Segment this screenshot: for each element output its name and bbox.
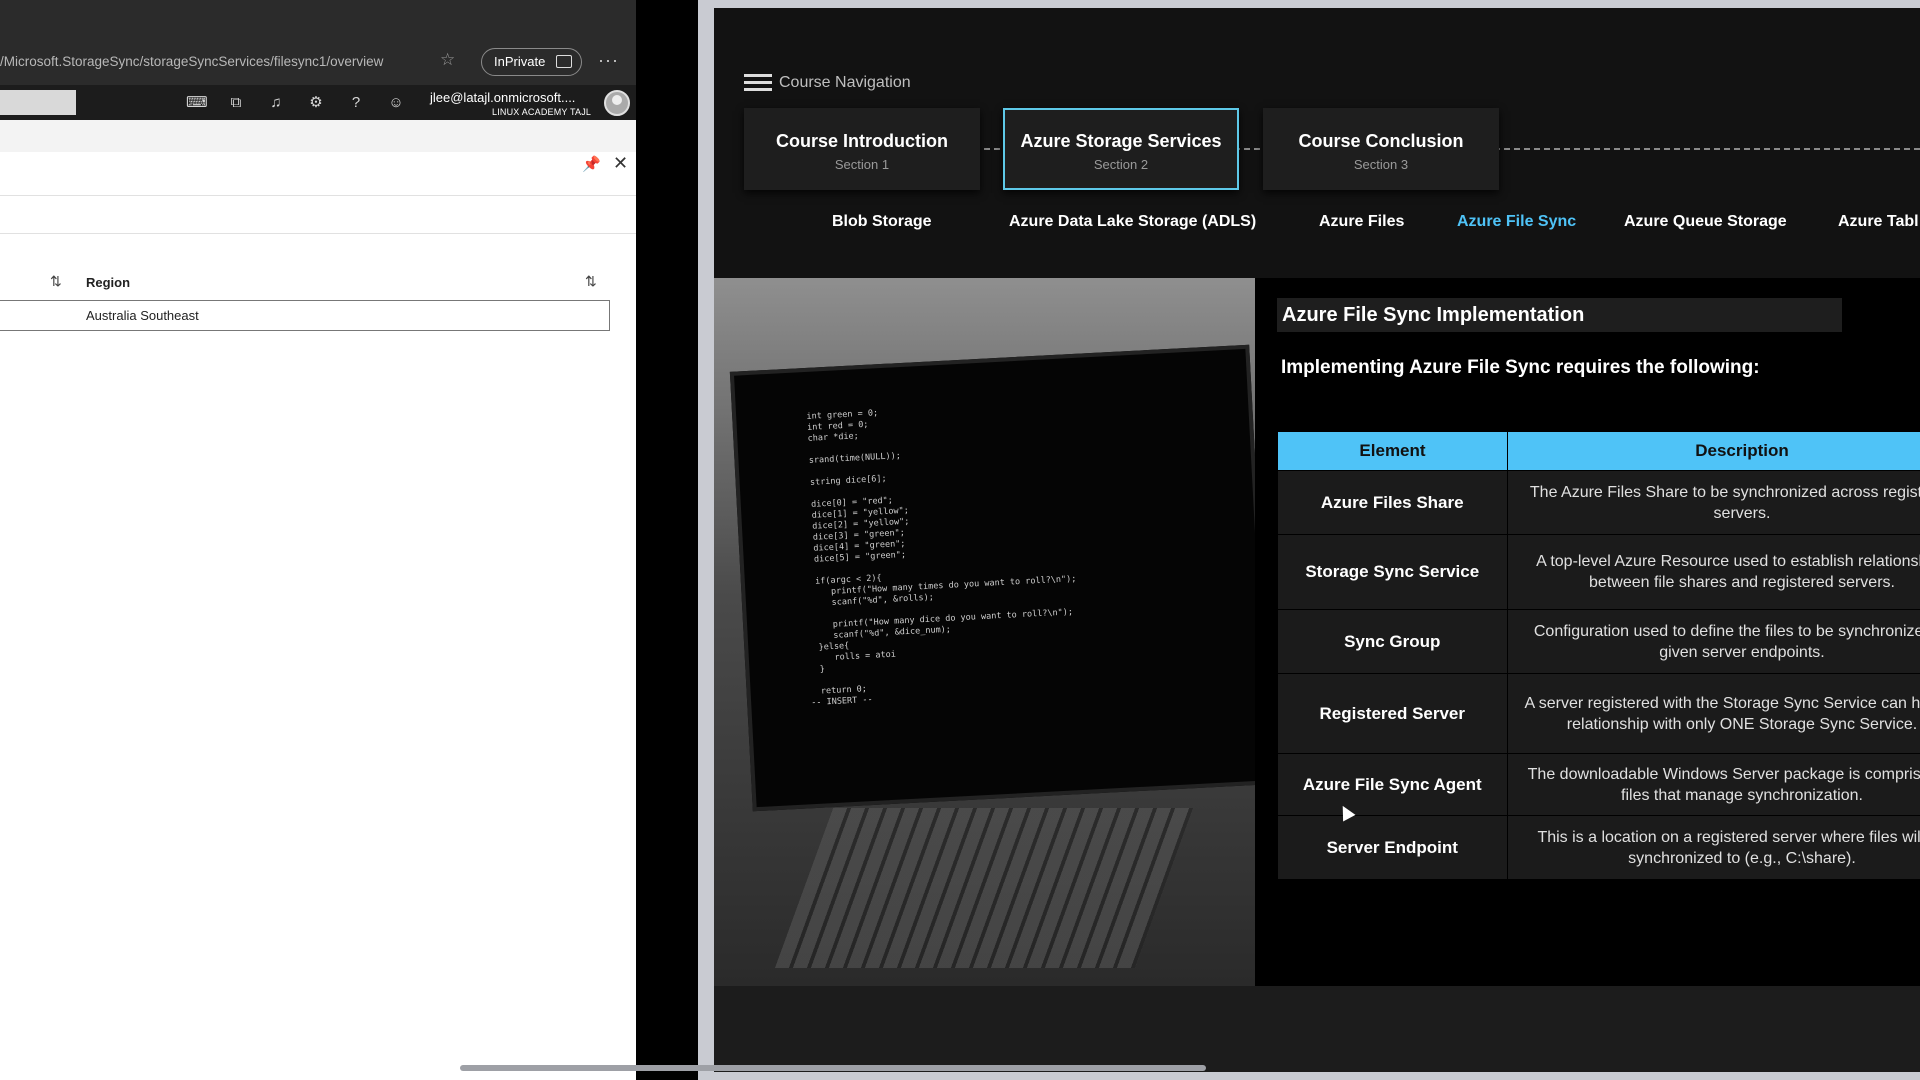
laptop-screen: int green = 0; int red = 0; char *die; s… (729, 344, 1255, 812)
pin-icon[interactable]: 📌 (582, 155, 601, 173)
cloud-shell-icon[interactable]: ⌨ (186, 93, 208, 113)
user-org: LINUX ACADEMY TAJL (492, 107, 592, 117)
table-row: Storage Sync Service A top-level Azure R… (1277, 534, 1920, 610)
section-card-conclusion[interactable]: Course Conclusion Section 3 (1263, 108, 1499, 190)
gear-icon[interactable]: ⚙ (306, 93, 326, 113)
browser-toolbar: /Microsoft.StorageSync/storageSyncServic… (0, 0, 636, 85)
horizontal-scrollbar[interactable] (460, 1065, 1206, 1071)
table-row: Sync Group Configuration used to define … (1277, 609, 1920, 674)
slide-intro: Implementing Azure File Sync requires th… (1281, 357, 1760, 378)
user-email[interactable]: jlee@latajl.onmicrosoft.... (430, 90, 575, 105)
section-title: Course Conclusion (1298, 131, 1464, 151)
course-player: Course Navigation Course Introduction Se… (714, 8, 1920, 1072)
directory-filter-icon[interactable]: ⧉ (226, 93, 246, 113)
sort-icon[interactable]: ⇅ (50, 273, 62, 290)
azure-portal-window: /Microsoft.StorageSync/storageSyncServic… (0, 0, 636, 1080)
element-cell: Storage Sync Service (1277, 534, 1508, 610)
element-cell: Azure File Sync Agent (1277, 753, 1508, 816)
requirements-table: Element Description Azure Files Share Th… (1277, 431, 1920, 880)
slide-content: Azure File Sync Implementation Implement… (1255, 278, 1920, 986)
element-cell: Registered Server (1277, 673, 1508, 754)
portal-header: ⌨ ⧉ ♫ ⚙ ? ☺ jlee@latajl.onmicrosoft.... … (0, 85, 636, 120)
section-subtitle: Section 1 (834, 157, 890, 172)
player-control-bar (714, 986, 1920, 1072)
element-cell: Sync Group (1277, 609, 1508, 674)
close-icon[interactable]: ✕ (613, 153, 628, 174)
section-subtitle: Section 3 (1353, 157, 1409, 172)
topic-adls[interactable]: Azure Data Lake Storage (ADLS) (1009, 213, 1256, 231)
avatar[interactable] (604, 90, 630, 116)
course-navigation-label: Course Navigation (779, 74, 911, 91)
sort-icon[interactable]: ⇅ (585, 273, 597, 290)
table-row: Server Endpoint This is a location on a … (1277, 815, 1920, 880)
divider (0, 233, 636, 234)
keyboard-image (774, 808, 1194, 968)
star-icon[interactable]: ☆ (440, 50, 455, 70)
section-title: Azure Storage Services (1020, 131, 1222, 151)
column-header-element: Element (1277, 431, 1508, 471)
description-cell: The Azure Files Share to be synchronized… (1507, 470, 1920, 535)
topic-azure-table[interactable]: Azure Tabl (1838, 213, 1919, 231)
blade-header-strip (0, 120, 636, 152)
topic-azure-queue-storage[interactable]: Azure Queue Storage (1624, 213, 1787, 231)
laptop-photo: int green = 0; int red = 0; char *die; s… (714, 278, 1255, 986)
section-card-storage-services[interactable]: Azure Storage Services Section 2 (1003, 108, 1239, 190)
description-cell: A top-level Azure Resource used to estab… (1507, 534, 1920, 610)
bell-icon[interactable]: ♫ (266, 93, 286, 113)
table-row: Registered Server A server registered wi… (1277, 673, 1920, 754)
section-card-introduction[interactable]: Course Introduction Section 1 (744, 108, 980, 190)
inprivate-button[interactable]: InPrivate (481, 48, 582, 76)
column-header-region[interactable]: Region (86, 275, 130, 290)
topic-blob-storage[interactable]: Blob Storage (832, 213, 932, 231)
element-cell: Azure Files Share (1277, 470, 1508, 535)
code-snippet-image: int green = 0; int red = 0; char *die; s… (796, 408, 1077, 709)
description-cell: Configuration used to define the files t… (1507, 609, 1920, 674)
list-icon (744, 74, 772, 92)
more-options-button[interactable]: ··· (598, 50, 619, 71)
divider (0, 195, 636, 196)
description-cell: This is a location on a registered serve… (1507, 815, 1920, 880)
description-cell: The downloadable Windows Server package … (1507, 753, 1920, 816)
section-title: Course Introduction (776, 131, 948, 151)
help-icon[interactable]: ? (346, 93, 366, 113)
inprivate-label: InPrivate (494, 54, 546, 69)
topic-azure-file-sync[interactable]: Azure File Sync (1457, 213, 1576, 231)
inprivate-icon (556, 55, 572, 68)
address-bar[interactable]: /Microsoft.StorageSync/storageSyncServic… (0, 47, 470, 77)
slide-heading: Azure File Sync Implementation (1277, 298, 1842, 332)
topic-azure-files[interactable]: Azure Files (1319, 213, 1404, 231)
table-row: Azure Files Share The Azure Files Share … (1277, 470, 1920, 535)
portal-search-input[interactable] (0, 90, 76, 115)
element-cell: Server Endpoint (1277, 815, 1508, 880)
feedback-icon[interactable]: ☺ (386, 93, 406, 113)
column-header-description: Description (1507, 431, 1920, 471)
section-subtitle: Section 2 (1093, 157, 1149, 172)
description-cell: A server registered with the Storage Syn… (1507, 673, 1920, 754)
region-value: Australia Southeast (86, 308, 199, 323)
table-row: Azure File Sync Agent The downloadable W… (1277, 753, 1920, 816)
